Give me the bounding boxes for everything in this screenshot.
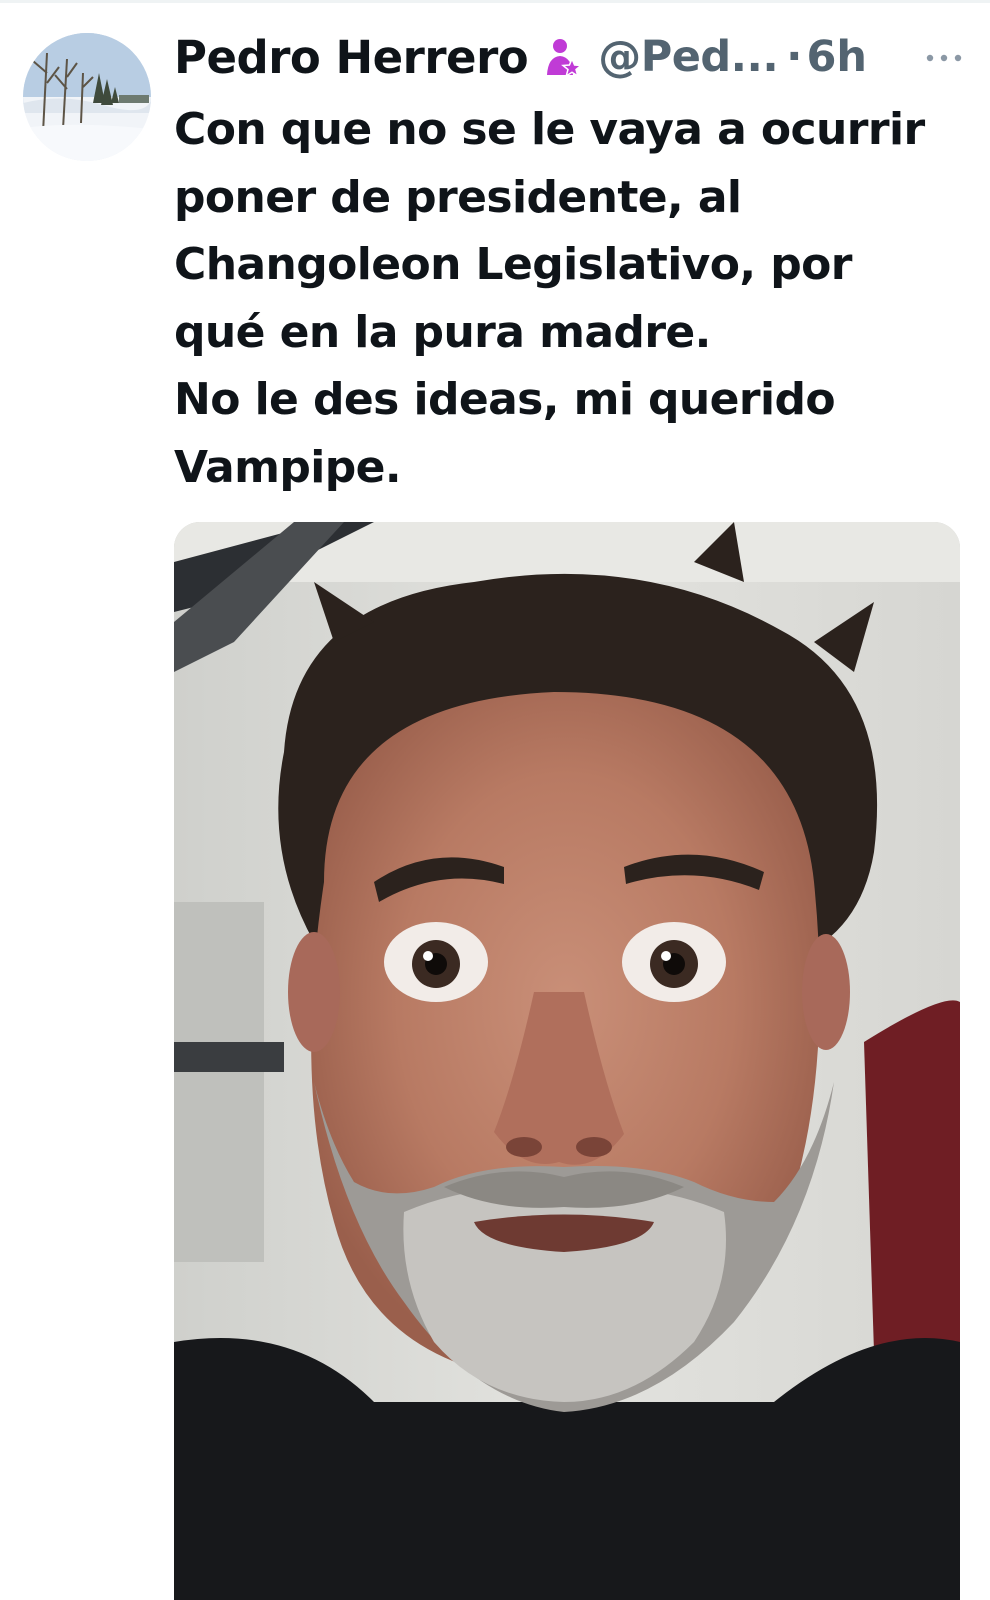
tweet-timestamp[interactable]: 6h (807, 32, 868, 82)
author-handle[interactable]: @Ped... (598, 32, 778, 82)
tweet-text-line: qué en la pura madre. (174, 306, 711, 358)
snowy-landscape-icon (23, 33, 151, 161)
tweet-photo[interactable] (174, 522, 960, 1600)
tweet-text-line: Con que no se le vaya a ocurrir (174, 104, 925, 155)
tweet-text-line: poner de presidente, al (174, 171, 742, 223)
author-avatar[interactable] (23, 33, 151, 161)
more-horizontal-icon[interactable] (924, 50, 964, 64)
tweet-text-line: Changoleon Legislativo, por (174, 239, 852, 290)
tweet-header: Pedro Herrero @Ped... · 6h (174, 28, 964, 86)
top-divider (0, 0, 990, 3)
woman-fairy-emoji-icon (542, 35, 586, 79)
tweet-text: Con que no se le vaya a ocurrir poner de… (174, 96, 964, 501)
separator-dot: · (786, 32, 803, 82)
tweet-text-line: No le des ideas, mi querido (174, 374, 836, 425)
author-display-name[interactable]: Pedro Herrero (174, 31, 529, 84)
selfie-photo-icon (174, 522, 960, 1600)
tweet-text-line: Vampipe. (174, 441, 402, 493)
